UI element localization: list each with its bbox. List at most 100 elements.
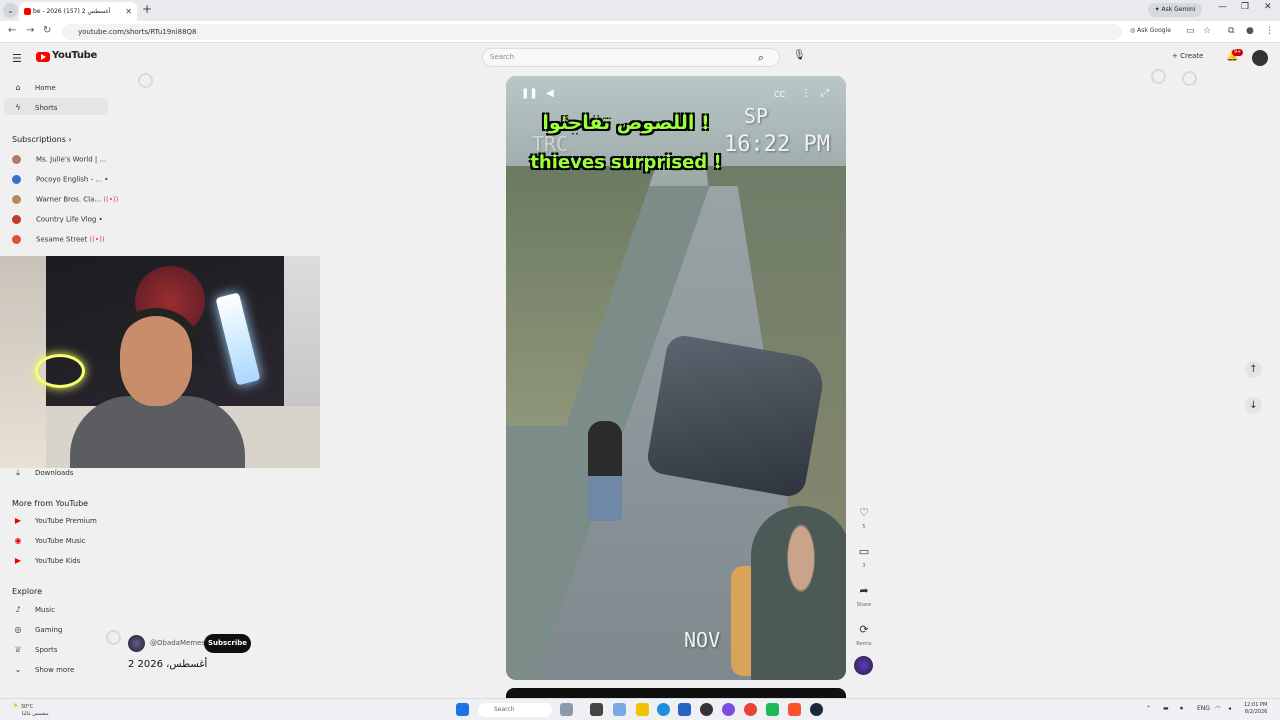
microphone-icon[interactable]: 🎙 xyxy=(793,50,806,61)
youtube-header: ☰ YouTube Search ⌕ 🎙 + Create 🔔 9+ xyxy=(0,43,1280,71)
start-icon[interactable] xyxy=(456,703,469,716)
widgets-icon[interactable] xyxy=(560,703,573,716)
menu-icon[interactable]: ☰ xyxy=(12,52,22,65)
taskbar-search[interactable]: Search xyxy=(478,703,552,717)
ask-google-button[interactable]: ◎ Ask Google xyxy=(1130,27,1171,34)
sidebar-item-youtube-music[interactable]: ◉ YouTube Music xyxy=(12,536,86,545)
store-icon[interactable] xyxy=(678,703,691,716)
pause-icon[interactable]: ❚❚ xyxy=(521,88,538,99)
cast-icon[interactable]: ▭ xyxy=(1186,26,1195,36)
bookmark-star-icon[interactable]: ☆ xyxy=(1203,26,1211,36)
extensions-icon[interactable]: ⧉ xyxy=(1228,26,1234,36)
weather-sun-icon: ☀ xyxy=(12,701,20,710)
tray-volume-icon[interactable]: ◂ xyxy=(1228,705,1231,712)
reload-icon[interactable]: ↻ xyxy=(43,25,51,36)
fullscreen-icon[interactable]: ⤢ xyxy=(821,88,829,99)
loading-spinner xyxy=(106,630,121,645)
subscriptions-heading[interactable]: Subscriptions › xyxy=(12,135,72,144)
forward-icon[interactable]: → xyxy=(26,25,34,36)
url-text: youtube.com/shorts/RTu19ni88Q8 xyxy=(78,28,197,36)
comment-button[interactable]: ▭ 3 xyxy=(856,545,872,569)
sidebar-item-home[interactable]: ⌂ Home xyxy=(12,83,55,92)
remix-button[interactable]: ⟳ Remix xyxy=(856,623,872,647)
sidebar-item-youtube-premium[interactable]: ▶ YouTube Premium xyxy=(12,516,97,525)
close-window-button[interactable]: ✕ xyxy=(1264,2,1272,12)
chrome-icon[interactable] xyxy=(744,703,757,716)
new-tab-button[interactable]: + xyxy=(142,2,152,16)
next-short-arrow-icon[interactable]: ↓ xyxy=(1245,397,1262,414)
tray-wifi-icon[interactable]: ◠ xyxy=(1215,705,1220,712)
maximize-button[interactable]: ❐ xyxy=(1241,2,1249,12)
like-button[interactable]: ♡ 5 xyxy=(856,506,872,530)
youtube-logo-text[interactable]: YouTube xyxy=(52,50,97,61)
sidebar-subscription[interactable]: Ms. Julie's World | ... xyxy=(12,155,106,164)
next-short-preview[interactable] xyxy=(506,688,846,698)
folder-icon[interactable] xyxy=(636,703,649,716)
volume-icon[interactable]: ◀ xyxy=(546,88,554,99)
brave-icon[interactable] xyxy=(788,703,801,716)
task-view-icon[interactable] xyxy=(590,703,603,716)
obs-icon[interactable] xyxy=(700,703,713,716)
channel-avatar xyxy=(12,155,21,164)
remix-label: Remix xyxy=(856,641,872,647)
video-car xyxy=(645,333,827,499)
tray-mic-icon[interactable]: ⏺ xyxy=(1180,705,1183,713)
subscribe-button[interactable]: Subscribe xyxy=(204,634,251,653)
minimize-button[interactable]: — xyxy=(1218,2,1227,12)
sidebar-item-shorts[interactable]: ϟ Shorts xyxy=(12,103,57,112)
tray-chevron-icon[interactable]: ⌃ xyxy=(1146,705,1151,712)
video-title[interactable]: 2 أغسطس، 2026 xyxy=(128,659,207,670)
file-explorer-icon[interactable] xyxy=(613,703,626,716)
youtube-music-icon: ◉ xyxy=(14,536,22,545)
sidebar-show-more[interactable]: ⌄ Show more xyxy=(12,665,75,674)
tab-close-icon[interactable]: ✕ xyxy=(125,2,132,21)
profile-icon[interactable]: ● xyxy=(1246,26,1254,36)
channel-avatar xyxy=(12,215,21,224)
channel-avatar xyxy=(12,235,21,244)
explore-heading: Explore xyxy=(12,587,43,596)
sidebar-item-gaming[interactable]: ◎ Gaming xyxy=(12,625,63,634)
browser-tab-active[interactable]: be - 2026 أغسطس 2 (157) ✕ xyxy=(19,2,137,21)
share-button[interactable]: ➦ Share xyxy=(856,584,872,608)
account-avatar[interactable] xyxy=(1252,50,1268,66)
captions-icon[interactable]: CC xyxy=(774,90,785,99)
youtube-logo-icon[interactable] xyxy=(36,52,50,62)
home-icon: ⌂ xyxy=(15,83,21,92)
tray-network-icon[interactable]: ▬ xyxy=(1163,705,1169,712)
taskbar-clock[interactable]: 12:01 PM 8/2/2026 xyxy=(1244,702,1267,716)
url-bar[interactable]: youtube.com/shorts/RTu19ni88Q8 xyxy=(62,24,1122,40)
tab-search-button[interactable]: ⌄ xyxy=(3,3,18,18)
sidebar-item-youtube-kids[interactable]: ▶ YouTube Kids xyxy=(12,556,80,565)
sidebar-item-downloads[interactable]: ⤓ Downloads xyxy=(12,468,73,478)
search-icon[interactable]: ⌕ xyxy=(758,51,764,65)
sound-avatar[interactable] xyxy=(854,656,873,675)
back-icon[interactable]: ← xyxy=(8,25,16,36)
youtube-premium-icon: ▶ xyxy=(14,516,22,525)
input-language[interactable]: ENG xyxy=(1197,705,1210,712)
channel-avatar[interactable] xyxy=(128,635,145,652)
gamepad-icon: ◎ xyxy=(14,625,22,634)
ask-gemini-button[interactable]: ✦ Ask Gemini xyxy=(1148,3,1202,17)
sidebar-subscription[interactable]: Country Life Vlog • xyxy=(12,215,103,224)
more-options-icon[interactable]: ⋮ xyxy=(801,88,811,99)
app-icon[interactable] xyxy=(722,703,735,716)
create-button[interactable]: + Create xyxy=(1172,52,1203,60)
webcam-person-body xyxy=(70,396,245,468)
sidebar-item-music[interactable]: ♪ Music xyxy=(12,605,54,614)
spotify-icon[interactable] xyxy=(766,703,779,716)
weather-widget[interactable]: ☀ 30°C مشمس غالبا xyxy=(12,702,49,718)
previous-short-arrow-icon[interactable]: ↑ xyxy=(1245,361,1262,378)
search-input[interactable]: Search xyxy=(482,48,780,67)
sidebar-subscription[interactable]: Pocoyo English - ... • xyxy=(12,175,108,184)
browser-menu-icon[interactable]: ⋮ xyxy=(1265,26,1274,36)
video-osd-sp: SP xyxy=(744,104,769,128)
sidebar-item-sports[interactable]: ♕ Sports xyxy=(12,645,57,654)
notification-badge: 9+ xyxy=(1232,49,1243,56)
video-caption-arabic: اللصوص تفاجئوا ! xyxy=(542,112,710,134)
shorts-video-player[interactable]: ❚❚ ◀ CC ⋮ ⤢ SP 16:22 PM TRC NOV اللصوص ت… xyxy=(506,76,846,680)
edge-icon[interactable] xyxy=(657,703,670,716)
sidebar-subscription[interactable]: Warner Bros. Cla... ((•)) xyxy=(12,195,118,204)
channel-handle[interactable]: @ObadaMemes xyxy=(150,639,205,647)
sidebar-subscription[interactable]: Sesame Street ((•)) xyxy=(12,235,105,244)
steam-icon[interactable] xyxy=(810,703,823,716)
